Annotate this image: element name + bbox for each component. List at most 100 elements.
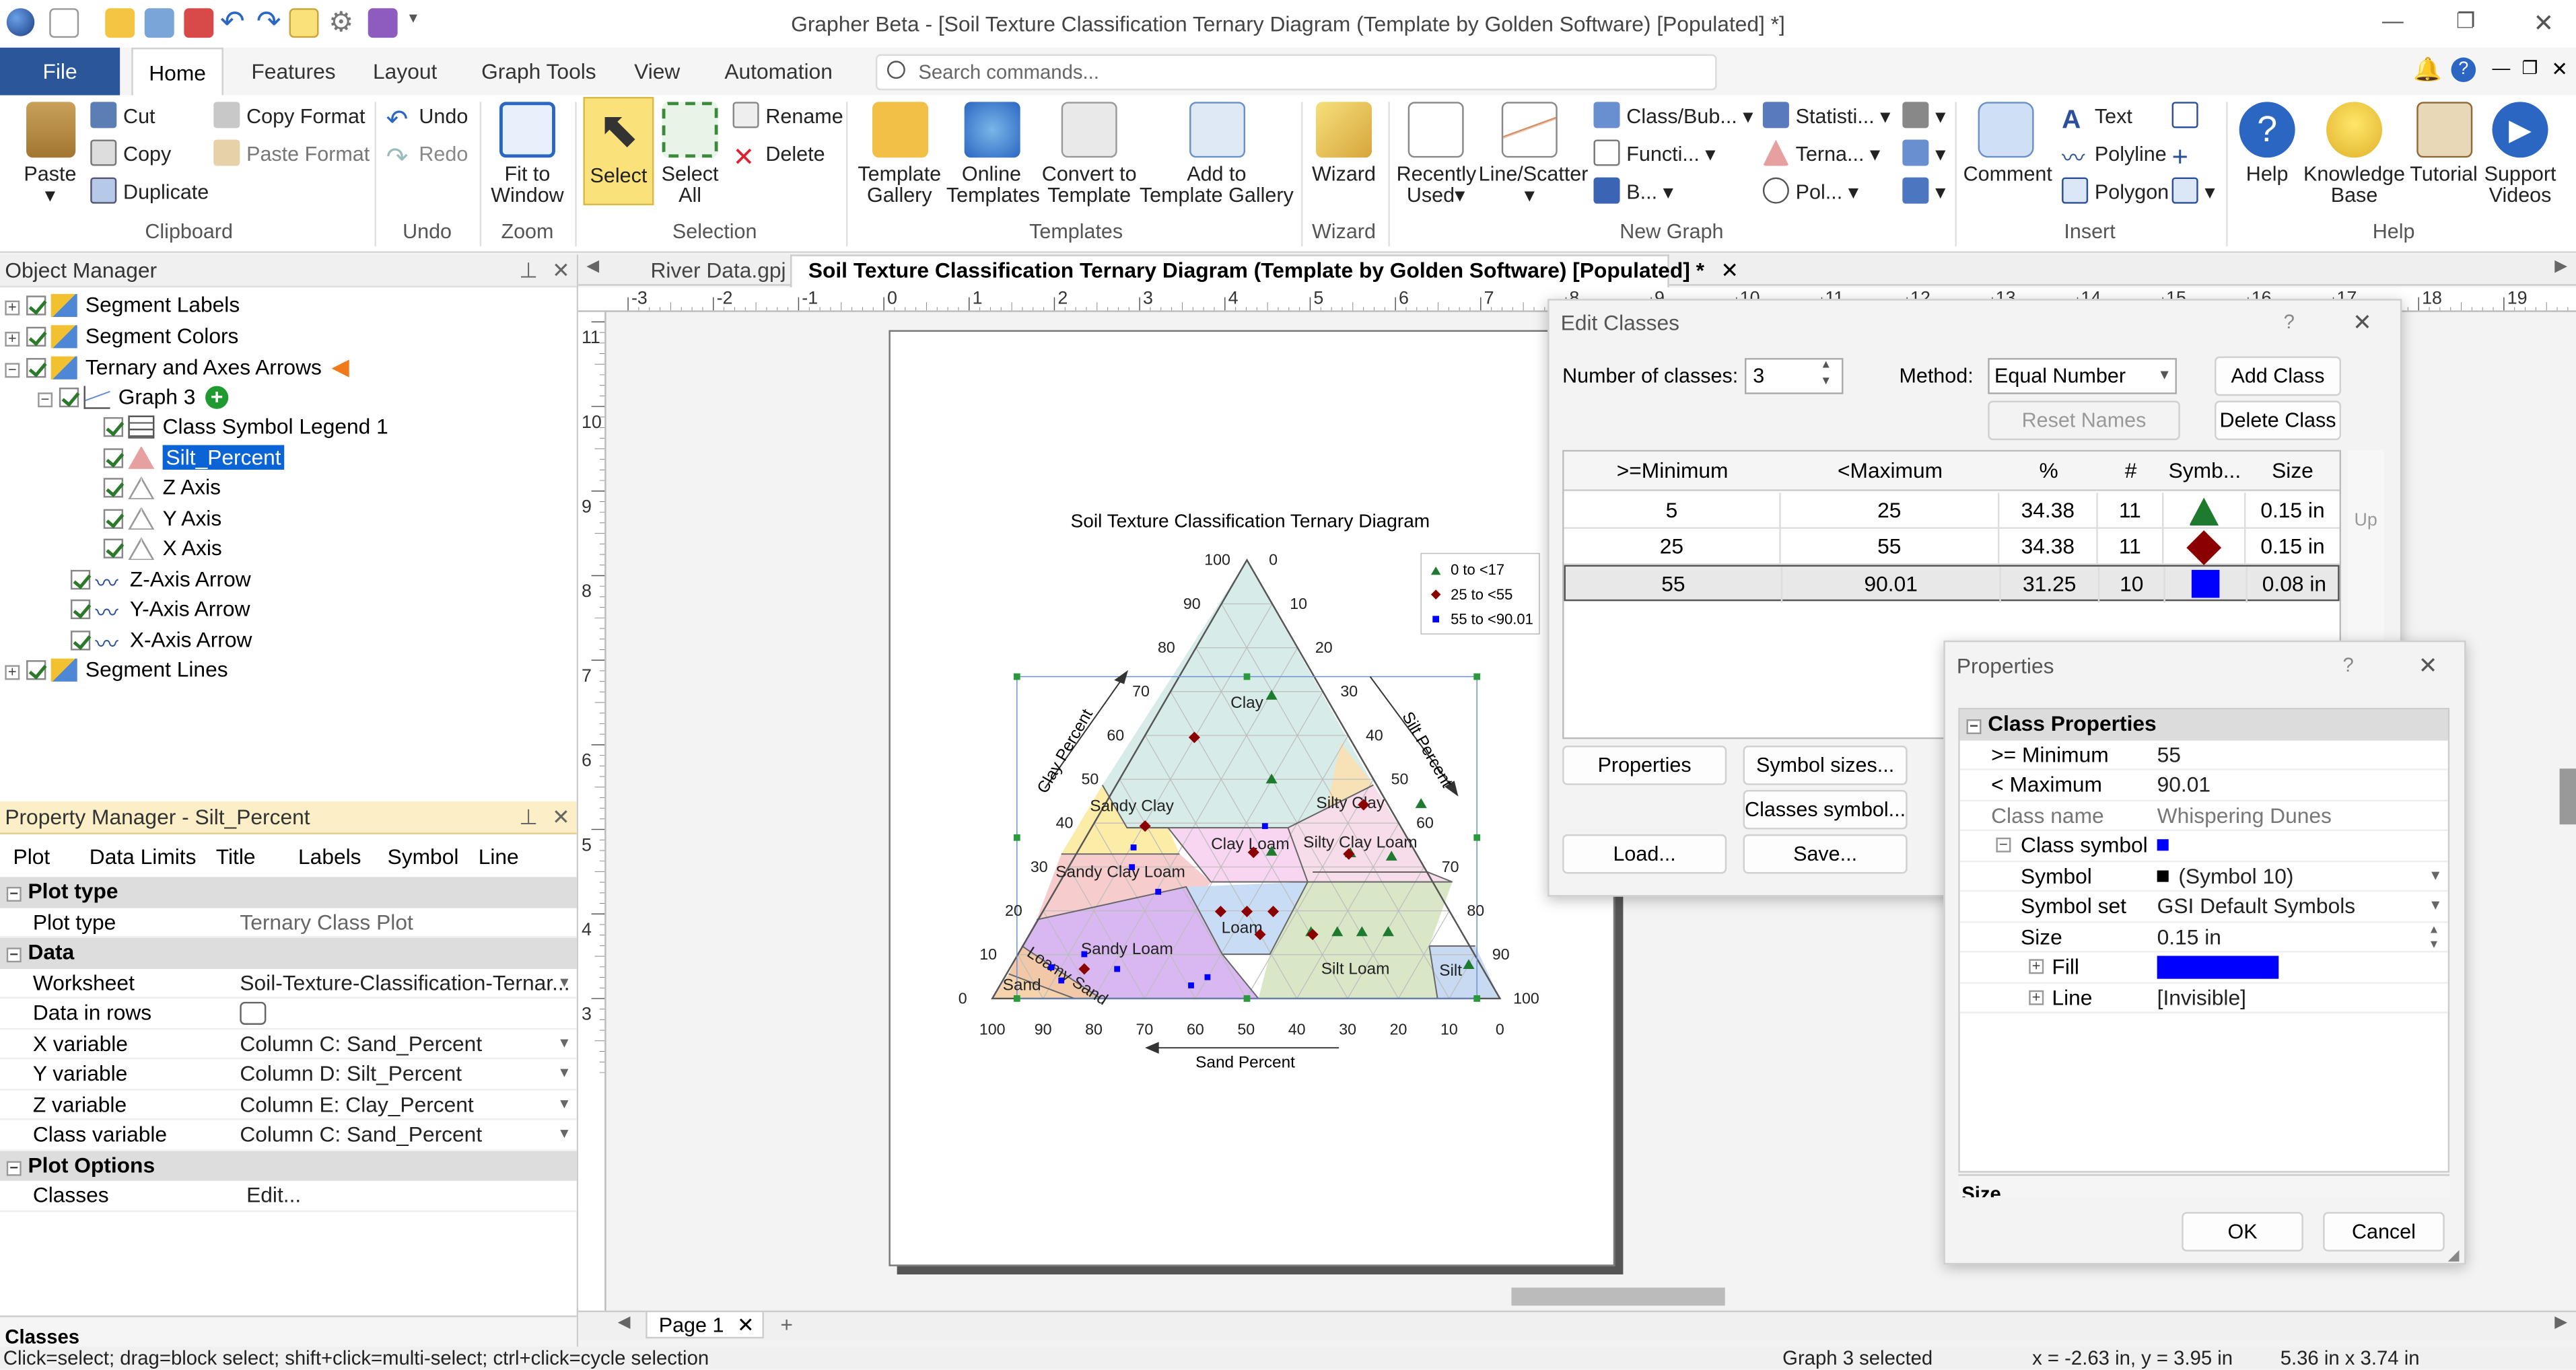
add-page-icon[interactable]: +: [780, 1312, 793, 1337]
template-gallery-button[interactable]: Template Gallery: [854, 102, 944, 205]
ternary-chart[interactable]: Soil Texture Classification Ternary Diag…: [953, 493, 1577, 1084]
tree-item-z-axis[interactable]: Z Axis: [5, 473, 573, 503]
expand-icon[interactable]: +: [5, 330, 20, 346]
3d-graph-button[interactable]: ▾: [1902, 100, 1945, 133]
visibility-checkbox[interactable]: [70, 599, 91, 620]
spinner-down-icon[interactable]: ▼: [1820, 376, 1832, 388]
tree-item-x-axis-arrow[interactable]: 〰 X-Axis Arrow: [5, 625, 573, 655]
class-legend[interactable]: 0 to <17 25 to <55 55 to <90.01: [1420, 552, 1540, 635]
load-button[interactable]: Load...: [1562, 834, 1727, 874]
undo-button[interactable]: ↶ Undo: [386, 100, 468, 134]
help-circle-icon[interactable]: ?: [2451, 57, 2476, 83]
save-button[interactable]: Save...: [1743, 834, 1908, 874]
tab-title[interactable]: Title: [216, 844, 256, 869]
tab-graph-tools[interactable]: Graph Tools: [481, 59, 596, 84]
section-data[interactable]: − Data: [0, 937, 577, 968]
row-z-variable[interactable]: Z variable Column E: Clay_Percent ▾: [0, 1089, 577, 1120]
add-green-icon[interactable]: +: [205, 384, 229, 408]
close-icon[interactable]: ✕: [2534, 8, 2554, 38]
ribbon-close-icon[interactable]: ✕: [2551, 57, 2568, 80]
tutorial-button[interactable]: Tutorial: [2407, 102, 2481, 184]
page-nav-left-icon[interactable]: ◀: [618, 1314, 631, 1332]
redo-button[interactable]: ↷ Redo: [386, 138, 468, 172]
panel-close-icon[interactable]: ✕: [552, 254, 570, 287]
recently-used-button[interactable]: Recently Used▾: [1397, 102, 1476, 205]
reset-names-button[interactable]: Reset Names: [1988, 400, 2180, 441]
doc-tab-soil-texture[interactable]: Soil Texture Classification Ternary Diag…: [790, 254, 1739, 288]
tab-home[interactable]: Home: [131, 47, 223, 98]
row-maximum[interactable]: < Maximum 90.01: [1959, 770, 2448, 801]
tab-data-limits[interactable]: Data Limits: [90, 844, 197, 869]
scroll-right-icon[interactable]: ▶: [2554, 1314, 2567, 1332]
tree-item-segment-lines[interactable]: + Segment Lines: [5, 655, 573, 686]
tab-view[interactable]: View: [634, 59, 680, 84]
visibility-checkbox[interactable]: [26, 295, 46, 316]
dialog-close-icon[interactable]: ✕: [2418, 652, 2438, 680]
collapse-icon[interactable]: −: [5, 362, 20, 378]
copy-button[interactable]: Copy: [90, 138, 171, 171]
row-class-symbol[interactable]: − Class symbol: [1959, 830, 2448, 862]
add-shape-button[interactable]: +: [2172, 138, 2205, 171]
tree-item-y-axis-arrow[interactable]: 〰 Y-Axis Arrow: [5, 595, 573, 625]
visibility-checkbox[interactable]: [26, 660, 46, 680]
row-fill[interactable]: + Fill: [1959, 952, 2448, 983]
fill-color-swatch[interactable]: [2157, 956, 2279, 979]
tab-plot[interactable]: Plot: [13, 844, 50, 869]
row-class-name[interactable]: Class name Whispering Dunes: [1959, 800, 2448, 831]
cancel-button[interactable]: Cancel: [2323, 1212, 2445, 1252]
doc-tab-river-data[interactable]: River Data.gpj: [651, 258, 786, 283]
tree-item-ternary-axes-arrows[interactable]: − Ternary and Axes Arrows ◀: [5, 351, 573, 382]
duplicate-button[interactable]: Duplicate: [90, 176, 209, 209]
paste-format-button[interactable]: Paste Format: [213, 138, 370, 171]
dialog-close-icon[interactable]: ✕: [2353, 309, 2372, 336]
page-tab-1[interactable]: Page 1 ✕: [646, 1310, 764, 1339]
horizontal-scrollbar-thumb[interactable]: [1511, 1287, 1725, 1306]
resize-grip-icon[interactable]: ◢: [2448, 1246, 2460, 1264]
restore-icon[interactable]: ❐: [2456, 8, 2475, 34]
pin-icon[interactable]: ⊥: [519, 801, 538, 834]
tab-file[interactable]: File: [0, 47, 120, 96]
table-row[interactable]: 5 25 34.38 11 0.15 in: [1564, 493, 2340, 529]
row-size[interactable]: Size 0.15 in ▲ ▼: [1959, 922, 2448, 953]
visibility-checkbox[interactable]: [70, 569, 91, 589]
dialog-help-icon[interactable]: ?: [2342, 653, 2353, 676]
tab-layout[interactable]: Layout: [373, 59, 437, 84]
tree-item-segment-labels[interactable]: + Segment Labels: [5, 291, 573, 321]
rectangle-button[interactable]: [2171, 100, 2205, 133]
method-select[interactable]: Equal Number ▾: [1988, 358, 2177, 394]
tree-item-graph-3[interactable]: − Graph 3 +: [5, 382, 573, 412]
tab-labels[interactable]: Labels: [298, 844, 361, 869]
tab-line[interactable]: Line: [479, 844, 519, 869]
tree-item-silt-percent[interactable]: Silt_Percent: [5, 443, 573, 473]
row-worksheet[interactable]: Worksheet Soil-Texture-Classification-Ter…: [0, 968, 577, 999]
minimize-icon[interactable]: —: [2382, 8, 2404, 33]
online-templates-button[interactable]: Online Templates: [946, 102, 1040, 205]
visibility-checkbox[interactable]: [103, 417, 124, 437]
visibility-checkbox[interactable]: [103, 508, 124, 528]
expand-icon[interactable]: +: [5, 299, 20, 316]
polar-button[interactable]: Pol... ▾: [1762, 176, 1858, 209]
select-all-button[interactable]: Select All: [657, 102, 723, 205]
tree-item-segment-colors[interactable]: + Segment Colors: [5, 321, 573, 351]
visibility-checkbox[interactable]: [59, 386, 79, 407]
doc-tab-scroll-right-icon[interactable]: ▶: [2554, 258, 2567, 276]
add-to-template-gallery-button[interactable]: Add to Template Gallery: [1138, 102, 1294, 205]
row-symbol[interactable]: Symbol (Symbol 10) ▾: [1959, 861, 2448, 892]
delete-class-button[interactable]: Delete Class: [2215, 400, 2341, 441]
vertical-scrollbar-thumb[interactable]: [2559, 768, 2576, 825]
ribbon-restore-icon[interactable]: ❐: [2521, 57, 2538, 79]
bell-icon[interactable]: 🔔: [2413, 56, 2442, 83]
pin-icon[interactable]: ⊥: [519, 254, 538, 287]
ribbon-minimize-icon[interactable]: —: [2493, 59, 2511, 79]
visibility-checkbox[interactable]: [103, 538, 124, 558]
knowledge-base-button[interactable]: Knowledge Base: [2303, 102, 2405, 205]
doc-tab-close-icon[interactable]: ✕: [1720, 258, 1739, 283]
dialog-help-icon[interactable]: ?: [2284, 310, 2295, 333]
symbol-sizes-button[interactable]: Symbol sizes...: [1743, 746, 1908, 785]
row-line[interactable]: + Line [Invisible]: [1959, 982, 2448, 1013]
bar-button[interactable]: B... ▾: [1593, 176, 1673, 209]
tab-automation[interactable]: Automation: [724, 59, 833, 84]
table-row[interactable]: 25 55 34.38 11 0.15 in: [1564, 528, 2340, 565]
row-minimum[interactable]: >= Minimum 55: [1959, 740, 2448, 770]
panel-close-icon[interactable]: ✕: [552, 801, 570, 834]
